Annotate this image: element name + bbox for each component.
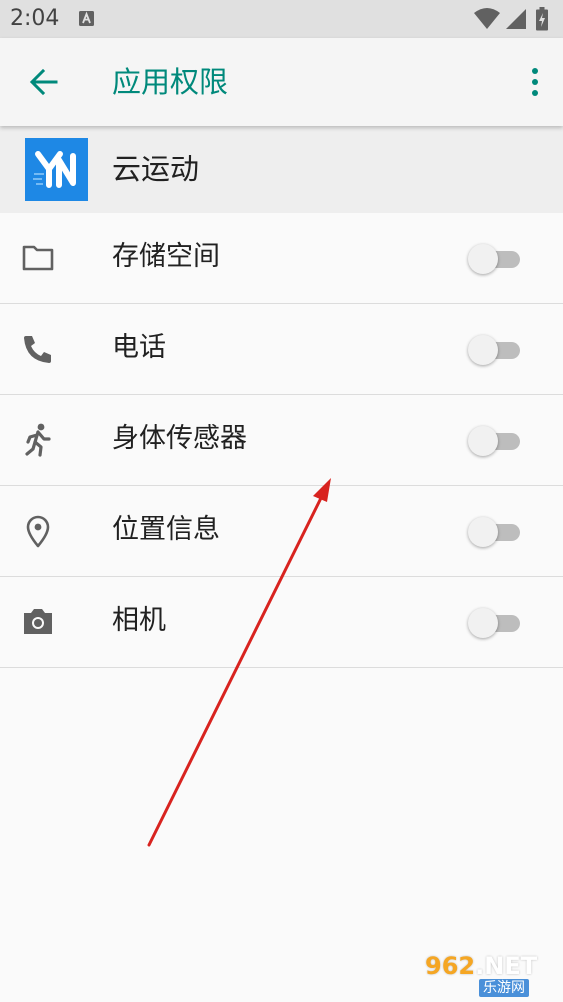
camera-icon xyxy=(24,609,52,634)
permission-toggle-storage[interactable] xyxy=(468,244,522,274)
permission-row-camera[interactable]: 相机 xyxy=(0,577,563,668)
permission-label: 存储空间 xyxy=(112,241,220,272)
permission-label: 相机 xyxy=(112,605,166,636)
permission-list: 存储空间 电话 身体传感器 位置信息 相机 xyxy=(0,213,563,668)
switch-thumb xyxy=(468,426,498,456)
location-pin-icon xyxy=(26,515,50,548)
switch-thumb xyxy=(468,335,498,365)
app-logo-yn-icon xyxy=(25,138,88,201)
watermark-logo: 962.NET 乐游网 xyxy=(425,952,557,998)
status-bar: 2:04 xyxy=(0,0,563,38)
arrow-back-icon[interactable] xyxy=(28,66,60,98)
permission-toggle-camera[interactable] xyxy=(468,608,522,638)
watermark-logo-text: 962.NET xyxy=(425,952,538,980)
running-person-icon xyxy=(25,423,51,457)
permission-label: 电话 xyxy=(112,332,166,363)
folder-icon xyxy=(22,245,54,271)
switch-thumb xyxy=(468,608,498,638)
permission-row-phone[interactable]: 电话 xyxy=(0,304,563,395)
status-time: 2:04 xyxy=(10,6,60,31)
permission-label: 身体传感器 xyxy=(112,423,247,454)
permission-row-storage[interactable]: 存储空间 xyxy=(0,213,563,304)
switch-thumb xyxy=(468,244,498,274)
wifi-icon xyxy=(474,8,500,29)
cellular-signal-icon xyxy=(506,9,526,29)
app-name: 云运动 xyxy=(112,152,200,186)
toolbar: 应用权限 xyxy=(0,38,563,126)
permission-row-location[interactable]: 位置信息 xyxy=(0,486,563,577)
permission-label: 位置信息 xyxy=(112,514,220,545)
permission-toggle-phone[interactable] xyxy=(468,335,522,365)
more-vert-icon[interactable] xyxy=(523,66,547,98)
battery-charging-icon xyxy=(536,7,548,31)
app-header: 云运动 xyxy=(0,126,563,213)
watermark-subtitle: 乐游网 xyxy=(479,979,529,997)
permission-toggle-location[interactable] xyxy=(468,517,522,547)
phone-icon xyxy=(24,336,51,363)
switch-thumb xyxy=(468,517,498,547)
permission-row-body-sensors[interactable]: 身体传感器 xyxy=(0,395,563,486)
page-title: 应用权限 xyxy=(112,65,229,99)
permission-toggle-body-sensors[interactable] xyxy=(468,426,522,456)
a-notification-icon xyxy=(79,11,94,26)
